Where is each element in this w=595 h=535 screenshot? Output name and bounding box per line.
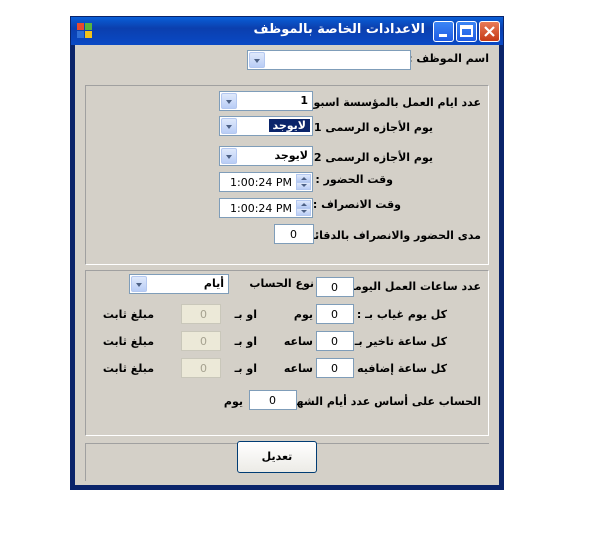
- absence-fixed-label: مبلغ ثابت: [102, 308, 154, 321]
- attend-time-picker[interactable]: 1:00:24 PM: [219, 172, 313, 192]
- leave-time-value: 1:00:24 PM: [230, 202, 293, 215]
- range-label: مدى الحضور والانصراف بالدقائق :: [296, 229, 481, 242]
- leave-time-picker[interactable]: 1:00:24 PM: [219, 198, 313, 218]
- maximize-button[interactable]: [456, 21, 477, 42]
- extra-input[interactable]: 0: [316, 358, 354, 378]
- holiday1-label: يوم الأجازه الرسمى 1 :: [306, 121, 433, 134]
- absence-or-label: او بـ: [234, 308, 257, 321]
- holiday2-value: لايوجد: [274, 149, 309, 162]
- holiday1-combo[interactable]: لايوجد: [219, 116, 313, 136]
- employee-label: اسم الموظف :: [408, 52, 489, 65]
- extra-fixed-value: 0: [200, 362, 207, 375]
- month-value: 0: [269, 394, 276, 407]
- late-unit: ساعه: [283, 335, 313, 348]
- holiday2-label: يوم الأجازه الرسمى 2 :: [306, 151, 433, 164]
- late-value: 0: [331, 335, 338, 348]
- daily-hours-label: عدد ساعات العمل اليوميه :: [335, 280, 481, 293]
- chevron-down-icon[interactable]: [221, 93, 237, 109]
- work-days-combo[interactable]: 1: [219, 91, 313, 111]
- extra-value: 0: [331, 362, 338, 375]
- range-value: 0: [290, 228, 297, 241]
- holiday2-combo[interactable]: لايوجد: [219, 146, 313, 166]
- late-or-label: او بـ: [234, 335, 257, 348]
- chevron-down-icon[interactable]: [221, 148, 237, 164]
- edit-button[interactable]: تعديل: [237, 441, 317, 473]
- extra-fixed-label: مبلغ ثابت: [102, 362, 154, 375]
- absence-fixed-input: 0: [181, 304, 221, 324]
- chevron-down-icon[interactable]: [221, 118, 237, 134]
- month-input[interactable]: 0: [249, 390, 297, 410]
- calc-type-value: أيام: [203, 277, 224, 290]
- late-label: كل ساعة تاخير بـ :: [346, 335, 447, 348]
- spin-down-icon[interactable]: [296, 208, 311, 216]
- app-icon: [77, 23, 93, 39]
- extra-fixed-input: 0: [181, 358, 221, 378]
- attend-time-value: 1:00:24 PM: [230, 176, 293, 189]
- month-label: الحساب على أساس عدد أيام الشهر :: [281, 395, 481, 408]
- absence-label: كل يوم غياب بـ :: [356, 308, 447, 321]
- range-input[interactable]: 0: [274, 224, 314, 244]
- absence-input[interactable]: 0: [316, 304, 354, 324]
- late-fixed-value: 0: [200, 335, 207, 348]
- absence-unit: يوم: [293, 308, 313, 321]
- form-client-area: اسم الموظف : عدد ايام العمل بالمؤسسة اسب…: [75, 45, 499, 485]
- window-title: الاعدادات الخاصة بالموظف: [253, 22, 426, 37]
- calculation-group: [85, 270, 489, 436]
- month-unit: يوم: [223, 395, 243, 408]
- extra-unit: ساعه: [283, 362, 313, 375]
- leave-time-label: وقت الانصراف :: [312, 198, 401, 211]
- work-days-value: 1: [300, 94, 308, 107]
- calc-type-combo[interactable]: أيام: [129, 274, 229, 294]
- late-fixed-input: 0: [181, 331, 221, 351]
- title-bar[interactable]: الاعدادات الخاصة بالموظف: [71, 17, 503, 45]
- late-fixed-label: مبلغ ثابت: [102, 335, 154, 348]
- spin-up-icon[interactable]: [296, 200, 311, 208]
- close-icon: [484, 26, 495, 37]
- minimize-icon: [439, 34, 447, 37]
- spin-down-icon[interactable]: [296, 182, 311, 190]
- employee-combo[interactable]: [247, 50, 411, 70]
- calc-type-label: نوع الحساب: [249, 277, 314, 290]
- minimize-button[interactable]: [433, 21, 454, 42]
- leave-time-spinner[interactable]: [296, 200, 311, 216]
- chevron-down-icon[interactable]: [131, 276, 147, 292]
- work-days-label: عدد ايام العمل بالمؤسسة اسبوعياً :: [289, 96, 481, 109]
- absence-fixed-value: 0: [200, 308, 207, 321]
- daily-hours-input[interactable]: 0: [316, 277, 354, 297]
- attend-time-spinner[interactable]: [296, 174, 311, 190]
- late-input[interactable]: 0: [316, 331, 354, 351]
- close-button[interactable]: [479, 21, 500, 42]
- maximize-icon: [460, 25, 473, 37]
- settings-window: الاعدادات الخاصة بالموظف اسم الموظف : عد…: [70, 16, 504, 490]
- spin-up-icon[interactable]: [296, 174, 311, 182]
- absence-value: 0: [331, 308, 338, 321]
- holiday1-value: لايوجد: [268, 119, 310, 132]
- attend-time-label: وقت الحضور :: [315, 173, 393, 186]
- daily-hours-value: 0: [331, 281, 338, 294]
- extra-or-label: او بـ: [234, 362, 257, 375]
- chevron-down-icon[interactable]: [249, 52, 265, 68]
